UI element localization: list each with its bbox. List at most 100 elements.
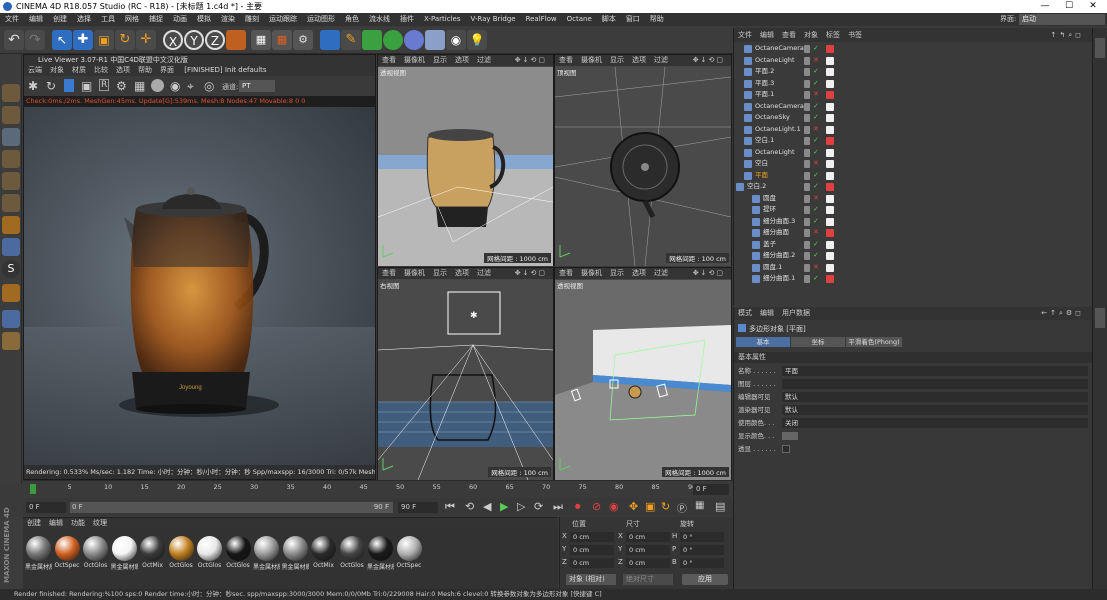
timeline-ruler[interactable]: 051015202530354045505560657075808590 0 F — [23, 480, 733, 498]
menu-pipeline[interactable]: 流水线 — [364, 13, 395, 26]
viewport-nav-icons[interactable]: ✥↓⟲▢ — [689, 268, 729, 279]
prev-key-icon[interactable]: ⟲ — [465, 500, 474, 513]
viewport-nav-icons[interactable]: ✥↓⟲▢ — [511, 55, 551, 66]
enable-check-icon[interactable]: ✕ — [813, 262, 819, 274]
next-key-icon[interactable]: ⟳ — [534, 500, 543, 513]
side-tab-objects[interactable] — [1095, 38, 1105, 58]
enable-check-icon[interactable]: ✕ — [813, 89, 819, 101]
cube-icon[interactable] — [320, 30, 340, 50]
attr-menu-edit[interactable]: 编辑 — [756, 307, 778, 320]
object-name[interactable]: 盖子 — [763, 239, 776, 251]
material-ball[interactable] — [396, 536, 422, 561]
planar-workplane-icon[interactable] — [2, 332, 20, 350]
menu-motion-tracking[interactable]: 运动跟踪 — [264, 13, 302, 26]
material-ball[interactable] — [225, 536, 251, 561]
object-row[interactable]: 空白 ✕ — [734, 158, 1093, 170]
array-icon[interactable] — [383, 30, 403, 50]
range-slider[interactable]: 0 F 90 F — [70, 502, 393, 513]
current-frame-field[interactable]: 0 F — [693, 484, 729, 495]
tab-basic[interactable]: 基本 — [736, 337, 790, 347]
coord-input[interactable]: 0 cm — [626, 532, 670, 542]
tag-icon[interactable] — [826, 252, 834, 260]
goto-end-icon[interactable]: ⏭ — [553, 500, 563, 514]
object-row[interactable]: 提环 ✓ — [734, 204, 1093, 216]
vp-menu-camera[interactable]: 摄像机 — [577, 268, 606, 279]
pen-tool-icon[interactable]: ✎ — [341, 30, 361, 50]
object-name[interactable]: 平面 — [755, 170, 768, 182]
prev-frame-icon[interactable]: ◀ — [483, 500, 491, 513]
coord-input[interactable]: 0 cm — [570, 532, 614, 542]
z-axis-icon[interactable]: Z — [205, 30, 225, 50]
object-name[interactable]: 提环 — [763, 204, 776, 216]
minimize-button[interactable]: — — [1032, 0, 1058, 13]
object-row[interactable]: 平面.1 ✕ — [734, 89, 1093, 101]
vp-menu-view[interactable]: 查看 — [378, 55, 400, 66]
layout-dropdown[interactable]: 启动 — [1019, 14, 1105, 25]
maximize-button[interactable]: ☐ — [1056, 0, 1082, 13]
material-ball[interactable] — [140, 536, 165, 561]
tag-icon[interactable] — [826, 229, 834, 237]
pause-icon[interactable] — [64, 79, 74, 92]
tag-icon[interactable] — [826, 137, 834, 145]
tag-icon[interactable] — [826, 68, 834, 76]
vp-menu-options[interactable]: 选项 — [628, 268, 650, 279]
material-ball[interactable] — [254, 536, 279, 561]
menu-character[interactable]: 角色 — [340, 13, 364, 26]
editor-visible-dropdown[interactable]: 默认 — [782, 392, 1088, 402]
render-visible-dropdown[interactable]: 默认 — [782, 405, 1088, 415]
name-input[interactable]: 平面 — [782, 366, 1088, 376]
lock-icon[interactable]: ▣ — [81, 79, 92, 93]
visibility-toggle-icon[interactable] — [804, 206, 810, 214]
close-button[interactable]: ✕ — [1080, 0, 1106, 13]
render-view-icon[interactable]: ▦ — [251, 30, 271, 50]
coord-input[interactable]: 0 ° — [680, 558, 724, 568]
vp-menu-camera[interactable]: 摄像机 — [400, 268, 429, 279]
vp-menu-display[interactable]: 显示 — [429, 55, 451, 66]
enable-check-icon[interactable]: ✕ — [813, 124, 819, 136]
visibility-toggle-icon[interactable] — [804, 56, 810, 65]
object-row[interactable]: 平面 ✓ — [734, 170, 1093, 182]
visibility-toggle-icon[interactable] — [804, 68, 810, 76]
enable-check-icon[interactable]: ✓ — [813, 66, 819, 78]
object-name[interactable]: OctaneLight — [755, 147, 795, 159]
menu-realflow[interactable]: RealFlow — [521, 13, 562, 26]
xray-checkbox[interactable] — [782, 445, 790, 453]
object-name[interactable]: 细分曲面 — [763, 227, 789, 239]
object-row[interactable]: OctaneLight.1 ✕ — [734, 124, 1093, 136]
light-icon[interactable]: 💡 — [467, 30, 487, 50]
material-ball[interactable] — [168, 536, 194, 561]
lv-menu-options[interactable]: 选项 — [112, 65, 134, 76]
om-nav-icons[interactable]: ↑↰⌕◻ — [1047, 28, 1088, 42]
tag-icon[interactable] — [826, 79, 834, 88]
enable-check-icon[interactable]: ✓ — [813, 78, 819, 90]
layer-input[interactable] — [782, 379, 1088, 389]
coord-input[interactable]: 0 ° — [680, 545, 724, 555]
menu-select[interactable]: 选择 — [72, 13, 96, 26]
render-picture-viewer-icon[interactable]: ▦ — [272, 30, 292, 50]
visibility-toggle-icon[interactable] — [804, 45, 810, 53]
focus-icon[interactable]: ◎ — [204, 79, 214, 93]
menu-xparticles[interactable]: X-Particles — [419, 13, 465, 26]
enable-check-icon[interactable]: ✕ — [813, 193, 819, 205]
tag-icon[interactable] — [826, 171, 834, 180]
record-icon[interactable]: ⏺ — [575, 500, 581, 514]
object-row[interactable]: 细分曲面.3 ✓ — [734, 216, 1093, 228]
coord-input[interactable]: 0 cm — [626, 558, 670, 568]
scale-tool-icon[interactable]: ▣ — [94, 30, 114, 50]
side-tab-attributes[interactable] — [1095, 308, 1105, 328]
key-pla-icon[interactable]: ▦ — [695, 500, 704, 511]
visibility-toggle-icon[interactable] — [804, 160, 810, 168]
vp-menu-display[interactable]: 显示 — [429, 268, 451, 279]
autokey-icon[interactable]: ⊘ — [592, 500, 601, 513]
object-row[interactable]: 平面.2 ✓ — [734, 66, 1093, 78]
use-color-dropdown[interactable]: 关闭 — [782, 418, 1088, 428]
vp-menu-view[interactable]: 查看 — [555, 268, 577, 279]
goto-start-icon[interactable]: ⏮ — [445, 500, 455, 514]
visibility-toggle-icon[interactable] — [804, 217, 810, 226]
object-name[interactable]: OctaneLight — [755, 55, 795, 67]
object-name[interactable]: 平面.3 — [755, 78, 774, 90]
menu-create[interactable]: 创建 — [48, 13, 72, 26]
object-row[interactable]: 细分曲面 ✕ — [734, 227, 1093, 239]
playhead[interactable] — [30, 484, 36, 494]
play-icon[interactable]: ▶ — [500, 500, 508, 513]
